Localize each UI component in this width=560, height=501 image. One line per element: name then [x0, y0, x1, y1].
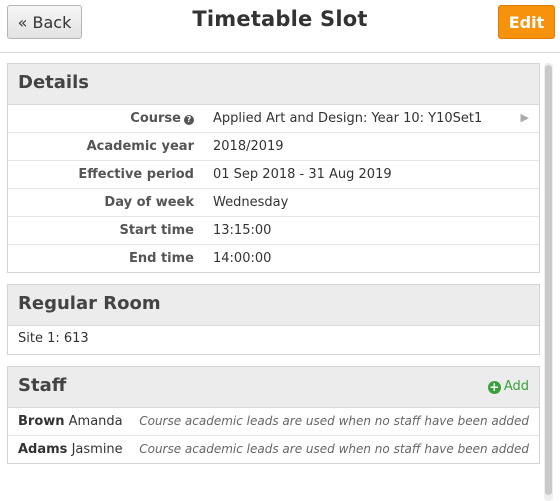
- plus-circle-icon: +: [487, 380, 501, 394]
- chevron-right-icon[interactable]: ▶: [521, 111, 529, 124]
- course-label: Course?: [130, 111, 194, 126]
- details-panel: Details Course? Applied Art and Design: …: [7, 63, 540, 273]
- details-header: Details: [8, 64, 539, 105]
- staff-note: Course academic leads are used when no s…: [139, 442, 529, 456]
- help-icon[interactable]: ?: [184, 115, 194, 125]
- scrollbar-thumb[interactable]: [545, 65, 552, 495]
- staff-name: Brown Amanda: [18, 414, 123, 429]
- regular-room-body: Site 1: 613: [8, 326, 539, 354]
- top-bar: « Back Timetable Slot Edit: [0, 0, 560, 53]
- details-row-effective-period: Effective period 01 Sep 2018 - 31 Aug 20…: [8, 161, 539, 189]
- regular-room-header: Regular Room: [8, 285, 539, 326]
- staff-note: Course academic leads are used when no s…: [139, 414, 529, 428]
- end-time-value: 14:00:00: [213, 251, 272, 266]
- course-value: Applied Art and Design: Year 10: Y10Set1: [213, 111, 483, 126]
- staff-header: Staff + Add: [8, 367, 539, 408]
- details-row-academic-year: Academic year 2018/2019: [8, 133, 539, 161]
- staff-row[interactable]: Adams Jasmine Course academic leads are …: [8, 436, 539, 463]
- page-title: Timetable Slot: [192, 7, 368, 31]
- regular-room-panel: Regular Room Site 1: 613: [7, 284, 540, 355]
- staff-title: Staff: [18, 375, 67, 396]
- edit-button[interactable]: Edit: [498, 5, 555, 39]
- academic-year-label: Academic year: [86, 139, 194, 154]
- academic-year-value: 2018/2019: [213, 139, 284, 154]
- add-staff-button[interactable]: + Add: [487, 379, 529, 394]
- details-title: Details: [18, 72, 89, 93]
- regular-room-value: Site 1: 613: [18, 331, 89, 346]
- vertical-scrollbar[interactable]: [544, 63, 553, 501]
- details-row-end-time: End time 14:00:00: [8, 245, 539, 272]
- effective-period-label: Effective period: [78, 167, 194, 182]
- end-time-label: End time: [129, 251, 194, 266]
- start-time-label: Start time: [119, 223, 194, 238]
- main-content: Details Course? Applied Art and Design: …: [7, 63, 540, 475]
- staff-row[interactable]: Brown Amanda Course academic leads are u…: [8, 408, 539, 436]
- staff-panel: Staff + Add Brown Amanda Course academic …: [7, 366, 540, 464]
- details-row-day-of-week: Day of week Wednesday: [8, 189, 539, 217]
- day-of-week-label: Day of week: [104, 195, 194, 210]
- effective-period-value: 01 Sep 2018 - 31 Aug 2019: [213, 167, 392, 182]
- details-row-start-time: Start time 13:15:00: [8, 217, 539, 245]
- start-time-value: 13:15:00: [213, 223, 272, 238]
- details-row-course[interactable]: Course? Applied Art and Design: Year 10:…: [8, 105, 539, 133]
- day-of-week-value: Wednesday: [213, 195, 289, 210]
- regular-room-title: Regular Room: [18, 293, 161, 314]
- staff-name: Adams Jasmine: [18, 442, 123, 457]
